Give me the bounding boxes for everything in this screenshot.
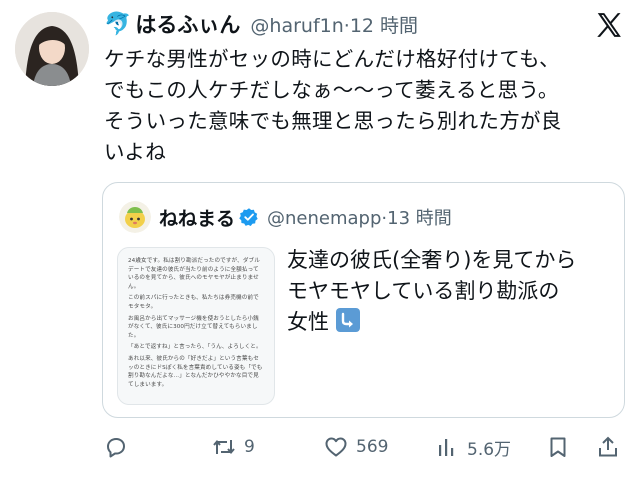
- x-logo-icon[interactable]: [594, 10, 624, 40]
- tweet-text: ケチな男性がセッの時にどんだけ格好付けても、 でもこの人ケチだしなぁ〜〜って萎え…: [104, 44, 624, 168]
- quoted-author-avatar[interactable]: [119, 201, 151, 233]
- quoted-tweet-card[interactable]: ねねまる @nenemapp·13 時間 24歳女です。私は割り勘派だったのです…: [102, 182, 625, 418]
- image-text-paragraph: 「あとで返すね」と言ったら、「うん、よろしくと。: [128, 344, 262, 351]
- heart-icon: [325, 437, 347, 457]
- author-handle[interactable]: @haruf1n: [250, 15, 343, 37]
- dolphin-emoji-icon: 🐬: [104, 11, 132, 37]
- quoted-text-line: 女性: [287, 310, 329, 334]
- author-display-name[interactable]: はるふぃん: [135, 9, 240, 39]
- bookmark-button[interactable]: [546, 435, 570, 459]
- quoted-tweet-text: 友達の彼氏(全奢り)を見てから モヤモヤしている割り勘派の 女性: [287, 245, 617, 338]
- like-count: 569: [356, 437, 389, 457]
- share-icon: [599, 436, 617, 457]
- retweet-button[interactable]: 9: [212, 435, 255, 459]
- quoted-text-line-last: 女性: [287, 307, 617, 338]
- image-text-paragraph: 24歳女です。私は割り勘派だったのですが、ダブルデートで友達の彼氏が当たり前のよ…: [128, 258, 260, 290]
- retweet-count: 9: [244, 437, 255, 457]
- views-button[interactable]: 5.6万: [435, 435, 511, 460]
- author-avatar[interactable]: [15, 12, 89, 86]
- quoted-author-display-name[interactable]: ねねまる: [159, 204, 235, 231]
- tweet-action-bar: 9 569 5.6万: [100, 430, 630, 464]
- tweet-text-line: でもこの人ケチだしなぁ〜〜って萎えると思う。: [104, 78, 559, 102]
- image-text-paragraph: あれ以来、彼氏からの「好きだよ」という言葉もセッのときにドSぽく私を言葉責めして…: [128, 355, 263, 388]
- tweet-header: 🐬 はるふぃん @haruf1n·12 時間: [104, 8, 640, 40]
- quoted-tweet-header: ねねまる @nenemapp·13 時間: [119, 201, 452, 233]
- reply-icon: [107, 438, 125, 458]
- quoted-author-handle-time: @nenemapp·13 時間: [267, 204, 452, 230]
- view-count: 5.6万: [467, 439, 512, 460]
- quoted-tweet-image[interactable]: 24歳女です。私は割り勘派だったのですが、ダブルデートで友達の彼氏が当たり前のよ…: [117, 247, 275, 405]
- reply-button[interactable]: [104, 435, 136, 459]
- image-text-paragraph: お風呂から出てマッサージ機を使おうとしたら小銭がなくて、彼氏に300円だけ立て替…: [128, 315, 259, 339]
- tweet-timestamp[interactable]: 12 時間: [350, 15, 418, 37]
- verified-badge-icon: [239, 208, 258, 226]
- tweet-text-line: そういった意味でも無理と思ったら別れた方が良: [104, 109, 562, 133]
- arrow-down-right-emoji-icon: [335, 308, 360, 332]
- image-text-paragraph: この前スパに行ったときも、私たちは券売機の前でモタモタ。: [128, 295, 259, 310]
- quoted-tweet-timestamp[interactable]: 13 時間: [387, 208, 452, 229]
- tweet-text-line: ケチな男性がセッの時にどんだけ格好付けても、: [104, 47, 560, 71]
- retweet-icon: [213, 439, 235, 455]
- bookmark-icon: [550, 437, 566, 457]
- like-button[interactable]: 569: [324, 435, 388, 459]
- quoted-text-line: 友達の彼氏(全奢り)を見てから: [287, 248, 577, 272]
- share-button[interactable]: [596, 435, 620, 459]
- quoted-text-line: モヤモヤしている割り勘派の: [287, 279, 560, 303]
- tweet-text-line: いよね: [104, 140, 166, 164]
- analytics-bar-icon: [439, 439, 454, 456]
- quoted-author-handle[interactable]: @nenemapp: [267, 208, 381, 229]
- author-handle-time: @haruf1n·12 時間: [250, 11, 418, 38]
